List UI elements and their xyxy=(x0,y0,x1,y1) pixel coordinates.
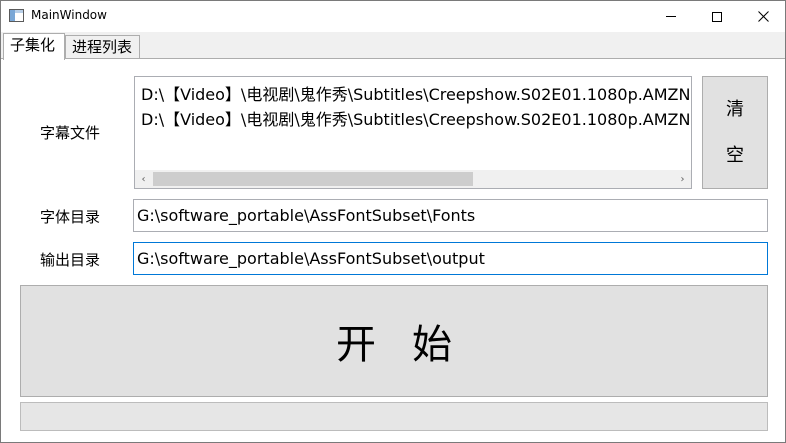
maximize-button[interactable] xyxy=(694,1,740,32)
clear-button-label-top: 清 xyxy=(726,98,744,120)
main-window: MainWindow 子集化 进程列表 字幕文件 D:\【Video】\电视剧\… xyxy=(0,0,786,443)
tab-subset[interactable]: 子集化 xyxy=(3,33,65,60)
subtitle-files-label: 字幕文件 xyxy=(40,124,101,142)
tab-process-list[interactable]: 进程列表 xyxy=(65,35,140,59)
scroll-left-icon[interactable]: ‹ xyxy=(135,170,152,188)
list-item[interactable]: D:\【Video】\电视剧\鬼作秀\Subtitles\Creepshow.S… xyxy=(141,81,691,105)
scroll-right-icon[interactable]: › xyxy=(674,170,691,188)
close-icon xyxy=(757,11,769,22)
close-button[interactable] xyxy=(740,1,786,32)
output-dir-input[interactable]: G:\software_portable\AssFontSubset\outpu… xyxy=(133,242,768,275)
font-dir-label: 字体目录 xyxy=(40,208,101,226)
minimize-button[interactable] xyxy=(648,1,694,32)
clear-button[interactable]: 清 空 xyxy=(702,76,768,189)
scrollbar-thumb[interactable] xyxy=(153,172,473,186)
window-title: MainWindow xyxy=(31,8,107,22)
font-dir-input[interactable]: G:\software_portable\AssFontSubset\Fonts xyxy=(133,199,768,232)
list-item[interactable]: D:\【Video】\电视剧\鬼作秀\Subtitles\Creepshow.S… xyxy=(141,106,691,130)
app-window-icon xyxy=(9,9,24,22)
horizontal-scrollbar[interactable]: ‹ › xyxy=(135,170,691,188)
output-dir-label: 输出目录 xyxy=(40,251,101,269)
subtitle-file-list[interactable]: D:\【Video】\电视剧\鬼作秀\Subtitles\Creepshow.S… xyxy=(134,76,692,189)
tab-bar: 子集化 进程列表 xyxy=(1,32,785,60)
subset-panel: 字幕文件 D:\【Video】\电视剧\鬼作秀\Subtitles\Creeps… xyxy=(1,58,785,442)
start-button[interactable]: 开始 xyxy=(20,285,768,397)
clear-button-label-bottom: 空 xyxy=(726,144,744,166)
progress-bar xyxy=(20,402,768,431)
maximize-icon xyxy=(712,11,722,22)
minimize-icon xyxy=(666,16,676,17)
title-bar: MainWindow xyxy=(1,1,785,32)
